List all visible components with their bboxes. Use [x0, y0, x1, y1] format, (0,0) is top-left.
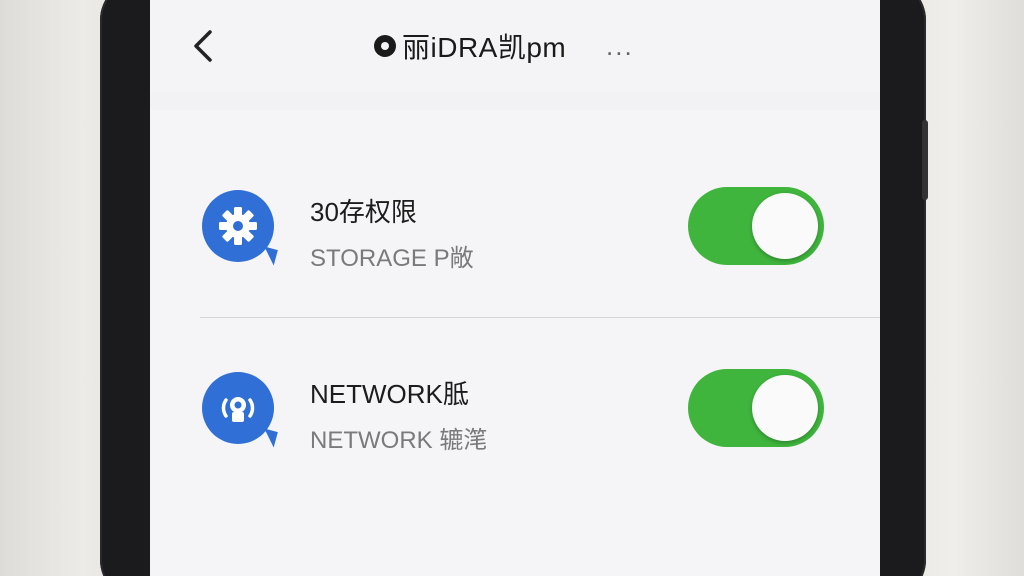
chevron-left-icon [194, 30, 212, 62]
network-permission-toggle[interactable] [688, 369, 824, 447]
more-options-button[interactable]: ... [606, 26, 634, 66]
back-button[interactable] [186, 26, 222, 66]
settings-list: 30存权限 STORAGE P敞 NETWORK胝 NETWORK 辘滗 [150, 110, 880, 576]
toggle-knob [752, 375, 818, 441]
network-permission-subtitle: NETWORK 辘滗 [310, 427, 488, 454]
gear-icon [202, 190, 278, 266]
page-title: 丽iDRA凯pm [402, 32, 567, 63]
toggle-knob [752, 193, 818, 259]
phone-screen: 丽iDRA凯pm ... 30存权限 STORAGE P敞 NETWORK胝 N… [150, 0, 880, 576]
storage-permission-subtitle: STORAGE P敞 [310, 245, 474, 272]
app-header: 丽iDRA凯pm ... [150, 0, 880, 92]
page-title-group: 丽iDRA凯pm [374, 26, 566, 66]
setting-row-storage: 30存权限 STORAGE P敞 [150, 150, 880, 300]
storage-permission-title: 30存权限 [310, 197, 417, 227]
storage-permission-toggle[interactable] [688, 187, 824, 265]
row-divider [200, 317, 880, 318]
app-badge-icon [374, 35, 396, 57]
network-permission-title: NETWORK胝 [310, 379, 469, 409]
phone-side-button [922, 120, 928, 200]
broadcast-icon [202, 372, 278, 448]
setting-row-network: NETWORK胝 NETWORK 辘滗 [150, 332, 880, 482]
